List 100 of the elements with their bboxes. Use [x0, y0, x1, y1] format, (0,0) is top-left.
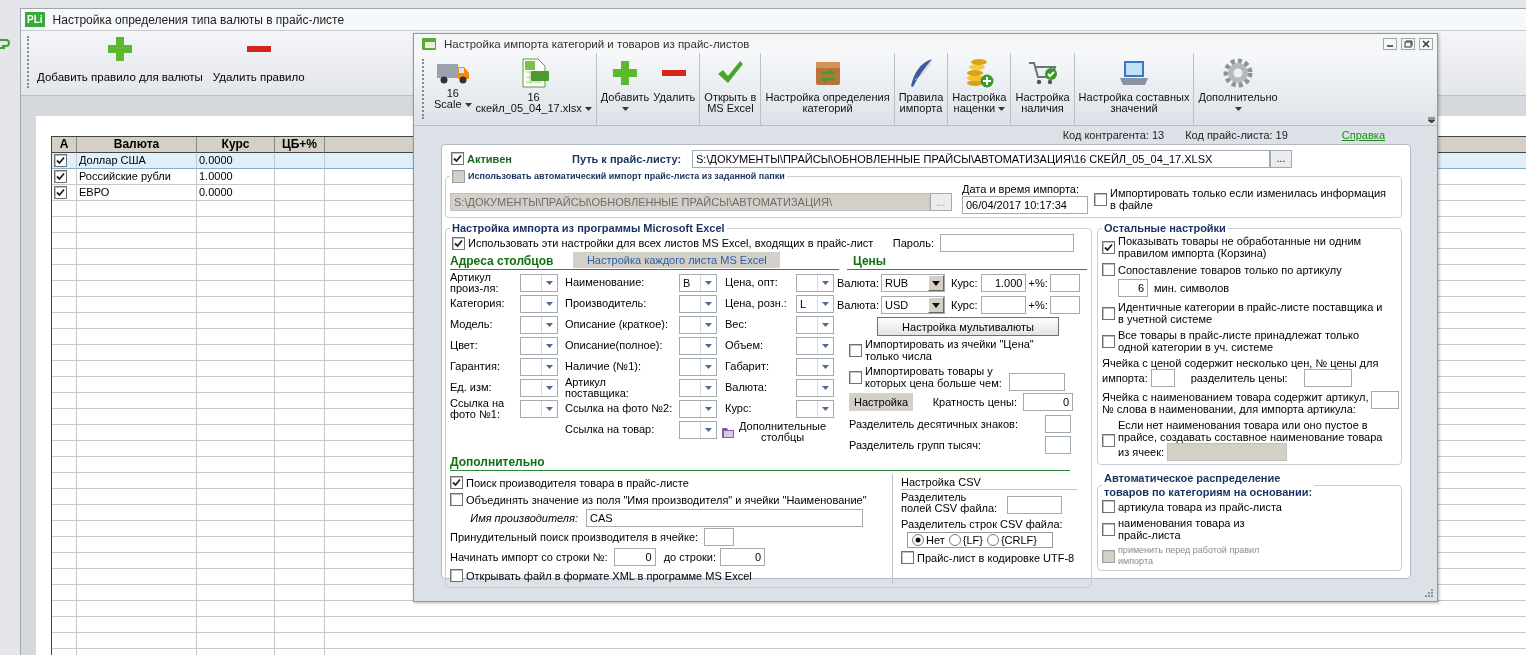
field-label: Имя производителя:	[470, 511, 578, 524]
checkbox[interactable]	[452, 236, 465, 250]
checkbox[interactable]	[1102, 306, 1115, 320]
percent-field[interactable]	[1049, 296, 1080, 314]
checkbox[interactable]	[849, 343, 862, 357]
dropdown-field[interactable]	[796, 336, 834, 355]
dropdown-field[interactable]	[679, 378, 717, 397]
min-symbols-field[interactable]: 6	[1118, 279, 1148, 297]
restore-button[interactable]	[1401, 37, 1415, 50]
dropdown-field[interactable]	[520, 399, 558, 418]
extra-columns-button[interactable]: Дополнительные столбцы	[721, 419, 834, 445]
dropdown-field[interactable]	[520, 336, 558, 355]
dropdown-field[interactable]	[679, 294, 717, 313]
toolbar-button[interactable]: Открыть в MS Excel	[702, 53, 759, 125]
composite-fields[interactable]	[1167, 443, 1288, 461]
dropdown-field[interactable]	[679, 336, 717, 355]
dropdown-field[interactable]: RUB	[881, 274, 945, 292]
dropdown-field[interactable]	[796, 273, 834, 292]
separator-field[interactable]	[1045, 414, 1071, 433]
dropdown-field[interactable]	[679, 399, 717, 418]
dropdown-field[interactable]	[520, 315, 558, 334]
field-label: Разделитель строк CSV файла:	[901, 518, 1063, 530]
checkbox[interactable]	[54, 186, 67, 199]
forced-search-field[interactable]	[704, 528, 735, 546]
price-settings-button[interactable]: Настройка	[849, 393, 914, 411]
checkbox[interactable]	[54, 170, 67, 183]
csv-field-separator[interactable]	[1007, 496, 1063, 514]
maker-field[interactable]: CAS	[586, 508, 863, 527]
checkbox[interactable]	[1102, 240, 1115, 254]
dropdown-field[interactable]	[520, 294, 558, 313]
field-label: Вес:	[725, 319, 747, 330]
field-label: Описание(полное):	[565, 340, 663, 351]
refresh-icon[interactable]	[0, 36, 10, 52]
article-word-field[interactable]	[1371, 391, 1400, 409]
dropdown-field[interactable]: B	[679, 273, 717, 292]
toolbar-button[interactable]: Правила импорта	[896, 53, 946, 125]
dropdown-field[interactable]: USD	[881, 296, 945, 314]
checkbox-label: Идентичные категории в прайс-листе поставщика и в учетной системе	[1118, 301, 1383, 325]
field-label: импорта:	[1102, 372, 1148, 384]
multicurrency-button[interactable]: Настройка мультивалюты	[877, 317, 1059, 336]
toolbar-button[interactable]: Настройка наличия	[1013, 53, 1072, 125]
overflow-caret-icon[interactable]	[1428, 117, 1435, 123]
dropdown-field[interactable]	[520, 378, 558, 397]
toolbar-button[interactable]: 16 скейл_05_04_17.xlsx	[473, 53, 594, 125]
toolbar-button[interactable]: Добавить	[598, 53, 652, 125]
resize-grip-icon[interactable]	[1424, 588, 1434, 598]
multiplicity-field[interactable]: 0	[1023, 393, 1073, 411]
checkbox[interactable]	[450, 493, 463, 506]
dropdown-field[interactable]	[796, 399, 834, 418]
dropdown-field[interactable]	[796, 315, 834, 334]
checkbox[interactable]	[54, 154, 67, 167]
min-price-field[interactable]	[1008, 373, 1065, 391]
toolbar-button[interactable]: Настройка составных значений	[1076, 53, 1192, 125]
checkbox[interactable]	[450, 569, 463, 582]
percent-field[interactable]	[1049, 274, 1080, 292]
start-row-field[interactable]: 0	[613, 548, 656, 566]
checkbox[interactable]	[1102, 263, 1115, 276]
rate-field[interactable]: 1.000	[981, 274, 1027, 292]
separator-field[interactable]	[1045, 435, 1071, 454]
field-label: Ед. изм:	[450, 382, 492, 393]
radio-button[interactable]	[912, 534, 924, 546]
dropdown-field[interactable]	[520, 273, 558, 292]
dropdown-field[interactable]	[679, 420, 717, 439]
minimize-button[interactable]	[1383, 37, 1397, 50]
dropdown-field[interactable]	[796, 378, 834, 397]
dropdown-field[interactable]	[679, 357, 717, 376]
dropdown-field[interactable]	[520, 357, 558, 376]
close-button[interactable]	[1419, 37, 1433, 50]
caret-icon	[822, 385, 829, 390]
toolbar-button[interactable]: Настройка определения категорий	[763, 53, 892, 125]
dropdown-field[interactable]: L	[796, 294, 834, 313]
checkbox[interactable]	[1102, 500, 1115, 513]
dropdown-field[interactable]	[796, 357, 834, 376]
checkbox[interactable]	[1102, 433, 1115, 447]
path-field[interactable]: S:\ДОКУМЕНТЫ\ПРАЙСЫ\ОБНОВЛЕННЫЕ ПРАЙСЫ\АВТОМАТИЗАЦИЯ\16 СКЕЙЛ_05_04_17.XLSX	[692, 149, 1270, 168]
password-field[interactable]	[940, 234, 1074, 252]
price-separator-field[interactable]	[1303, 369, 1352, 387]
section-title: Адреса столбцов	[450, 254, 554, 269]
rate-field[interactable]	[981, 296, 1027, 314]
toolbar-button[interactable]: Дополнительно	[1196, 53, 1280, 125]
toolbar-button[interactable]: Настройка наценки	[950, 53, 1009, 125]
radio-button[interactable]	[948, 534, 961, 546]
field-label: Начинать импорт со строки №:	[450, 551, 608, 563]
sheet-settings-button[interactable]: Настройка каждого листа MS Excel	[573, 252, 781, 268]
checkbox[interactable]	[450, 476, 463, 489]
toolbar-button[interactable]: Добавить правило для валюты	[35, 33, 205, 83]
toolbar-button[interactable]: 16 Scale	[432, 53, 474, 125]
checkbox[interactable]	[1102, 334, 1115, 348]
toolbar-button[interactable]: Удалить	[651, 53, 698, 125]
checkbox[interactable]	[849, 370, 862, 384]
toolbar-button[interactable]: Удалить правило	[210, 33, 307, 83]
checkbox[interactable]	[1102, 522, 1115, 536]
end-row-field[interactable]: 0	[720, 548, 766, 566]
checkbox[interactable]	[451, 152, 464, 165]
radio-button[interactable]	[986, 534, 999, 546]
dropdown-field[interactable]	[679, 315, 717, 334]
price-number-field[interactable]	[1150, 369, 1175, 387]
help-link[interactable]: Справка	[1341, 129, 1385, 141]
checkbox[interactable]	[901, 551, 914, 564]
browse-button[interactable]: ...	[1270, 149, 1292, 168]
